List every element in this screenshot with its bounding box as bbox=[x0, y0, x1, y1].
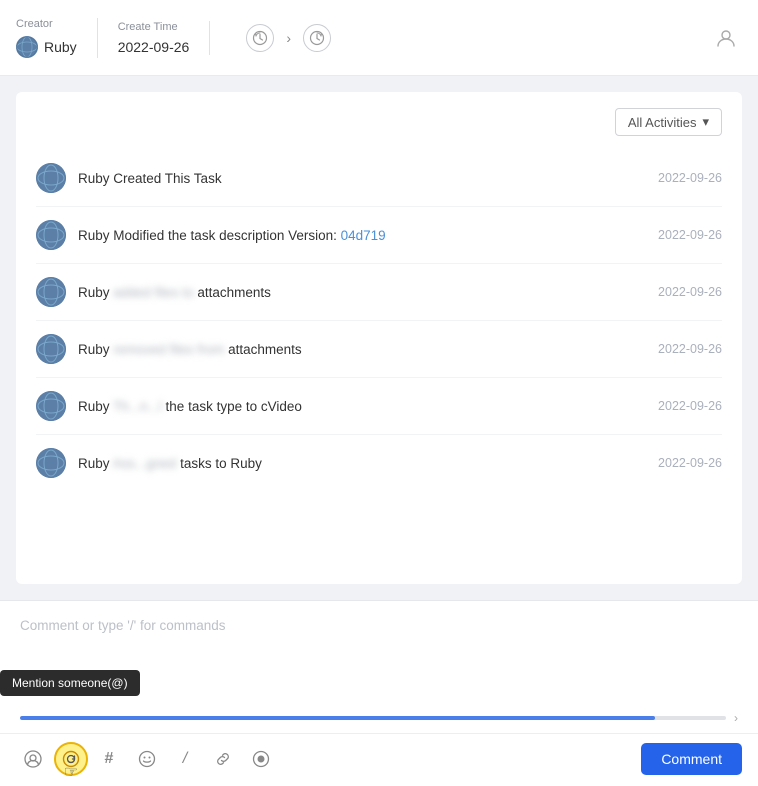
create-time-text: 2022-09-26 bbox=[118, 39, 190, 55]
time-forward-icon[interactable] bbox=[303, 24, 331, 52]
toolbar-row: ☞ # / bbox=[0, 733, 758, 786]
mention-tooltip: Mention someone(@) bbox=[0, 670, 140, 696]
hashtag-icon: # bbox=[105, 750, 114, 768]
activity-panel: All Activities ▾ Ruby Created This Task bbox=[16, 92, 742, 584]
activity-text: Ruby added files to attachments bbox=[78, 285, 646, 300]
creator-value: Ruby bbox=[16, 36, 77, 58]
filter-button[interactable]: All Activities ▾ bbox=[615, 108, 722, 136]
comment-button-label: Comment bbox=[661, 751, 722, 767]
main-container: Creator Ruby Create Time 2022-09-26 bbox=[0, 0, 758, 786]
create-time-section: Create Time 2022-09-26 bbox=[118, 21, 211, 55]
activity-date: 2022-09-26 bbox=[658, 456, 722, 470]
mention-person-button[interactable] bbox=[16, 742, 50, 776]
assign-user-button[interactable] bbox=[710, 22, 742, 54]
list-item: Ruby removed files from attachments 2022… bbox=[36, 321, 722, 378]
avatar bbox=[36, 391, 66, 421]
list-item: Ruby Ass...gned tasks to Ruby 2022-09-26 bbox=[36, 435, 722, 491]
activity-date: 2022-09-26 bbox=[658, 228, 722, 242]
avatar bbox=[36, 277, 66, 307]
hashtag-button[interactable]: # bbox=[92, 742, 126, 776]
activity-text: Ruby Th...n...l the task type to cVideo bbox=[78, 399, 646, 414]
time-back-icon[interactable] bbox=[246, 24, 274, 52]
list-item: Ruby Th...n...l the task type to cVideo … bbox=[36, 378, 722, 435]
activity-date: 2022-09-26 bbox=[658, 285, 722, 299]
record-button[interactable] bbox=[244, 742, 278, 776]
creator-section: Creator Ruby bbox=[16, 18, 98, 58]
link-button[interactable] bbox=[206, 742, 240, 776]
tooltip-text: Mention someone(@) bbox=[12, 676, 128, 690]
filter-label: All Activities bbox=[628, 115, 697, 130]
creator-name: Ruby bbox=[44, 39, 77, 55]
activity-date: 2022-09-26 bbox=[658, 171, 722, 185]
progress-arrow-icon[interactable]: › bbox=[734, 711, 738, 725]
avatar bbox=[36, 334, 66, 364]
activity-text: Ruby Modified the task description Versi… bbox=[78, 228, 646, 243]
time-controls: › bbox=[246, 24, 331, 52]
create-time-value: 2022-09-26 bbox=[118, 39, 190, 55]
activity-text: Ruby removed files from attachments bbox=[78, 342, 646, 357]
avatar bbox=[36, 220, 66, 250]
arrow-right-icon: › bbox=[286, 30, 291, 46]
header-bar: Creator Ruby Create Time 2022-09-26 bbox=[0, 0, 758, 76]
comment-placeholder: Comment or type '/' for commands bbox=[20, 618, 225, 633]
avatar bbox=[36, 448, 66, 478]
list-item: Ruby added files to attachments 2022-09-… bbox=[36, 264, 722, 321]
list-item: Ruby Created This Task 2022-09-26 bbox=[36, 150, 722, 207]
progress-bar-row: › bbox=[0, 711, 758, 733]
progress-bar-fill bbox=[20, 716, 655, 720]
at-mention-button[interactable]: ☞ bbox=[54, 742, 88, 776]
activity-text: Ruby Ass...gned tasks to Ruby bbox=[78, 456, 646, 471]
creator-label: Creator bbox=[16, 18, 77, 30]
comment-area: Comment or type '/' for commands › Menti… bbox=[0, 600, 758, 786]
filter-row: All Activities ▾ bbox=[36, 108, 722, 136]
slash-command-button[interactable]: / bbox=[168, 742, 202, 776]
slash-icon: / bbox=[183, 750, 187, 768]
comment-input-box[interactable]: Comment or type '/' for commands bbox=[0, 601, 758, 661]
activity-text: Ruby Created This Task bbox=[78, 171, 646, 186]
content-area: All Activities ▾ Ruby Created This Task bbox=[0, 76, 758, 600]
version-link[interactable]: 04d719 bbox=[341, 228, 386, 243]
activity-date: 2022-09-26 bbox=[658, 399, 722, 413]
progress-bar-track bbox=[20, 716, 726, 720]
list-item: Ruby Modified the task description Versi… bbox=[36, 207, 722, 264]
emoji-button[interactable] bbox=[130, 742, 164, 776]
activity-date: 2022-09-26 bbox=[658, 342, 722, 356]
activity-list: Ruby Created This Task 2022-09-26 Ruby M… bbox=[36, 150, 722, 568]
filter-dropdown-icon: ▾ bbox=[702, 114, 709, 130]
create-time-label: Create Time bbox=[118, 21, 190, 33]
avatar-globe-icon bbox=[16, 36, 38, 58]
avatar bbox=[36, 163, 66, 193]
creator-avatar bbox=[16, 36, 38, 58]
comment-submit-button[interactable]: Comment bbox=[641, 743, 742, 775]
